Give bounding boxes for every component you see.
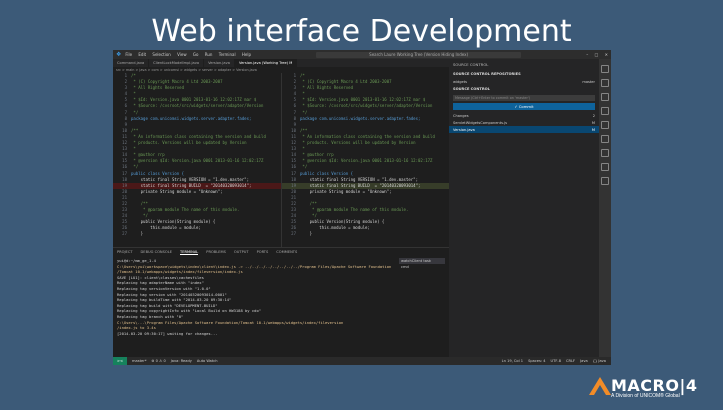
status-bar: >< master* ⊗ 0 ⚠ 0 Java: Ready Auto Watc… <box>113 357 611 365</box>
command-center[interactable]: Search Laure Working Tree (Version Hidin… <box>316 51 522 58</box>
code-text: private String module = "Unknown"; <box>300 188 392 194</box>
status-java[interactable]: Java: Ready <box>171 359 192 363</box>
tab-problems[interactable]: PROBLEMS <box>206 250 226 254</box>
code-text: * $Source: /cvsroot/src/widgets/server/a… <box>131 103 264 109</box>
code-text: * @version $Id: Version.java 0001 2013-0… <box>131 158 264 164</box>
menu-help[interactable]: Help <box>242 52 251 57</box>
code-text: * @version $Id: Version.java 0001 2013-0… <box>300 158 433 164</box>
code-text: * products. Versions will be updated by … <box>300 140 416 146</box>
changed-file-name: ServletWidgetsComponents.js <box>453 120 507 125</box>
changed-file-status: M <box>591 127 595 132</box>
menu-terminal[interactable]: Terminal <box>219 52 236 57</box>
vscode-logo-icon: ❖ <box>116 51 122 58</box>
menu-bar: File Edit Selection View Go Run Terminal… <box>125 52 256 57</box>
menu-edit[interactable]: Edit <box>138 52 146 57</box>
code-text: package com.unicomsi.widgets.server.adap… <box>131 115 252 121</box>
changed-file-name: Version.java <box>453 127 475 132</box>
status-encoding[interactable]: UTF-8 <box>551 359 561 363</box>
remote-indicator[interactable]: >< <box>113 357 128 365</box>
commit-button[interactable]: ✓ Commit <box>453 103 595 110</box>
bottom-panel: PROJECT DEBUG CONSOLE TERMINAL PROBLEMS … <box>113 247 449 358</box>
editor-tabs: Command.java ClientLockModelImpl.java Ve… <box>113 59 449 67</box>
window-controls: – □ ✕ <box>581 52 608 57</box>
terminal-line: [2014-03-20 09:30:17] waiting for change… <box>117 330 218 336</box>
search-icon[interactable] <box>601 79 609 87</box>
run-debug-icon[interactable] <box>601 107 609 115</box>
changes-count-badge: 2 <box>592 113 595 118</box>
status-language[interactable]: Java <box>580 359 588 363</box>
minimize-icon[interactable]: – <box>586 52 588 57</box>
status-watch[interactable]: Auto Watch <box>197 359 218 363</box>
tab-project[interactable]: PROJECT <box>117 250 133 254</box>
tab-version[interactable]: Version.java <box>204 59 235 67</box>
terminal-list: watchClient task cmd <box>399 258 445 270</box>
tab-version-working-tree[interactable]: Version.java (Working Tree) M <box>234 59 298 67</box>
line-number: 27 <box>291 231 296 237</box>
tab-output[interactable]: OUTPUT <box>234 250 249 254</box>
diff-editor: Command.java ClientLockModelImpl.java Ve… <box>113 59 450 247</box>
changed-file-row[interactable]: Version.java M <box>449 126 599 133</box>
slide-title: Web interface Development <box>151 14 572 49</box>
diff-pane-original[interactable]: 1/* 2 * (C) Copyright Macro 4 Ltd 2003-20… <box>113 73 281 247</box>
tab-terminal[interactable]: TERMINAL <box>180 250 199 255</box>
status-cursor[interactable]: Ln 19, Col 1 <box>502 359 523 363</box>
repo-row[interactable]: widgets master <box>449 78 599 85</box>
macro4-chevron-icon <box>589 377 611 395</box>
remote-explorer-icon[interactable] <box>601 149 609 157</box>
code-text: private String module = "Unknown"; <box>131 188 223 194</box>
status-branch[interactable]: master* <box>132 359 146 363</box>
menu-selection[interactable]: Selection <box>152 52 170 57</box>
explorer-icon[interactable] <box>601 65 609 73</box>
menu-go[interactable]: Go <box>193 52 199 57</box>
status-lang-mode[interactable]: {} Java <box>593 359 606 363</box>
code-text: * All Rights Reserved <box>131 85 184 91</box>
title-bar: ❖ File Edit Selection View Go Run Termin… <box>113 50 611 59</box>
testing-icon[interactable] <box>601 135 609 143</box>
code-line: 27 } <box>282 231 450 237</box>
close-icon[interactable]: ✕ <box>605 52 608 57</box>
maximize-icon[interactable]: □ <box>595 52 599 57</box>
accounts-icon[interactable] <box>601 163 609 171</box>
settings-gear-icon[interactable] <box>601 177 609 185</box>
tab-debug-console[interactable]: DEBUG CONSOLE <box>141 250 172 254</box>
code-line: 27 } <box>113 231 281 237</box>
changed-file-status: M <box>591 120 595 125</box>
panel-tabs: PROJECT DEBUG CONSOLE TERMINAL PROBLEMS … <box>113 248 449 256</box>
logo-subtitle: A Division of UNICOM® Global <box>611 393 680 399</box>
menu-view[interactable]: View <box>177 52 187 57</box>
status-problems[interactable]: ⊗ 0 ⚠ 0 <box>152 359 166 363</box>
code-text: * All Rights Reserved <box>300 85 353 91</box>
status-indent[interactable]: Spaces: 4 <box>528 359 545 363</box>
changes-label: Changes <box>453 113 469 118</box>
changed-file-row[interactable]: ServletWidgetsComponents.js M <box>449 119 599 126</box>
status-eol[interactable]: CRLF <box>566 359 575 363</box>
terminal-item-cmd[interactable]: cmd <box>399 264 445 270</box>
tab-ports[interactable]: PORTS <box>257 250 269 254</box>
macro4-logo: MACRO|4 A Division of UNICOM® Global <box>589 376 699 402</box>
activity-bar <box>599 59 611 357</box>
commit-message-input[interactable]: Message (Ctrl+Enter to commit on 'master… <box>453 95 595 101</box>
line-number: 27 <box>122 231 127 237</box>
menu-file[interactable]: File <box>125 52 132 57</box>
tab-comments[interactable]: COMMENTS <box>276 250 297 254</box>
code-text: package com.unicomsi.widgets.server.adap… <box>300 115 421 121</box>
source-control-panel: SOURCE CONTROL SOURCE CONTROL REPOSITORI… <box>449 59 599 357</box>
source-control-icon[interactable] <box>601 93 609 101</box>
repo-name: widgets <box>453 79 467 84</box>
diff-pane-modified[interactable]: 1/* 2 * (C) Copyright Macro 4 Ltd 2003-20… <box>281 73 450 247</box>
code-text: * $Source: /cvsroot/src/widgets/server/a… <box>300 103 433 109</box>
changes-header[interactable]: Changes 2 <box>449 112 599 119</box>
scm-repos-header[interactable]: SOURCE CONTROL REPOSITORIES <box>449 70 599 78</box>
scm-title: SOURCE CONTROL <box>453 62 489 67</box>
code-text: } <box>300 231 313 237</box>
code-text: * products. Versions will be updated by … <box>131 140 247 146</box>
tab-command[interactable]: Command.java <box>113 59 150 67</box>
tab-client-lock-model[interactable]: ClientLockModelImpl.java <box>149 59 205 67</box>
extensions-icon[interactable] <box>601 121 609 129</box>
scm-section-header[interactable]: SOURCE CONTROL <box>449 85 599 93</box>
menu-run[interactable]: Run <box>205 52 213 57</box>
code-text: } <box>131 231 144 237</box>
repo-branch: master <box>582 79 595 84</box>
ide-window: ❖ File Edit Selection View Go Run Termin… <box>113 50 611 365</box>
